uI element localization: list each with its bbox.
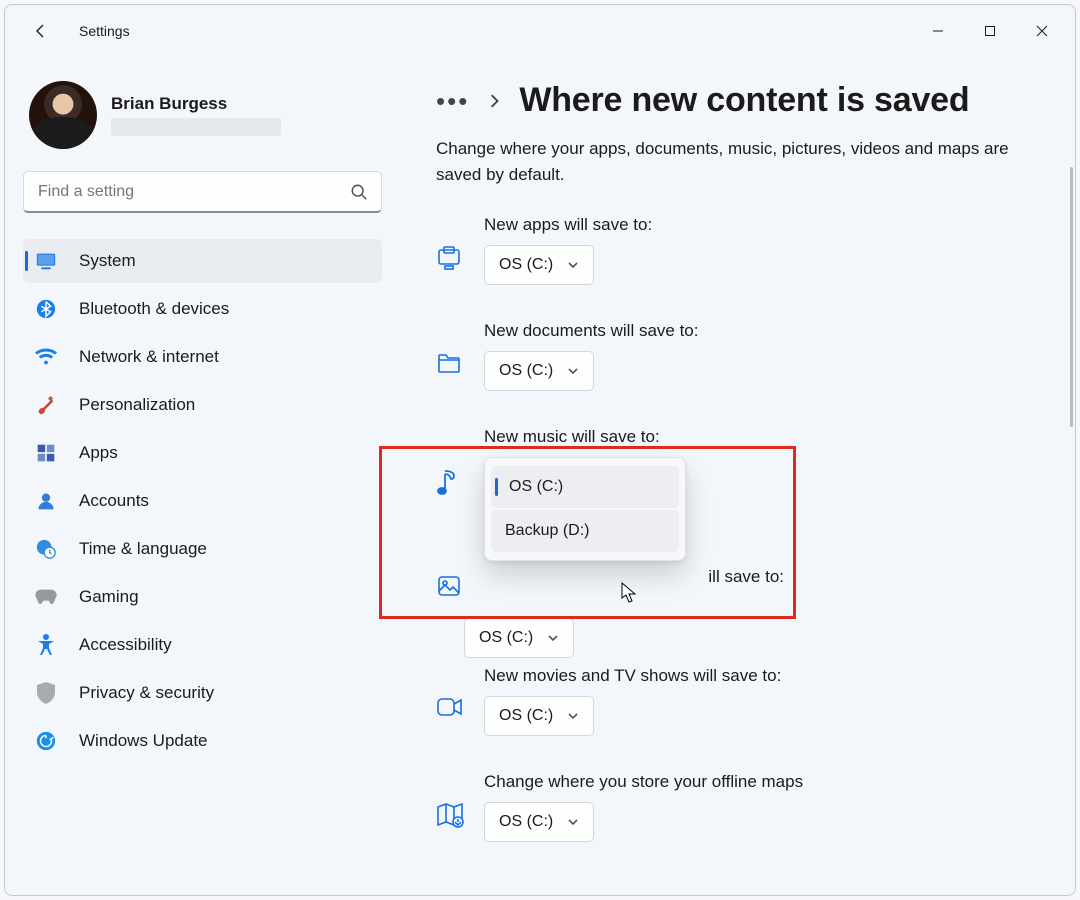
- dropdown-option-label: OS (C:): [509, 478, 563, 496]
- globe-clock-icon: [35, 538, 57, 560]
- main-content: ••• Where new content is saved Change wh…: [400, 57, 1075, 895]
- minimize-button[interactable]: [913, 13, 963, 49]
- sidebar-item-accounts[interactable]: Accounts: [23, 479, 382, 523]
- dropdown-option-label: Backup (D:): [505, 522, 589, 540]
- setting-label: Change where you store your offline maps: [484, 772, 803, 792]
- chevron-down-icon: [567, 259, 579, 271]
- dropdown-value: OS (C:): [499, 707, 553, 725]
- gamepad-icon: [35, 586, 57, 608]
- profile[interactable]: Brian Burgess: [23, 81, 382, 171]
- profile-name: Brian Burgess: [111, 94, 281, 114]
- movies-category-icon: [436, 696, 462, 722]
- sidebar-item-bluetooth[interactable]: Bluetooth & devices: [23, 287, 382, 331]
- titlebar: Settings: [5, 5, 1075, 57]
- sidebar-item-time-language[interactable]: Time & language: [23, 527, 382, 571]
- system-icon: [35, 250, 57, 272]
- minimize-icon: [932, 25, 944, 37]
- apps-icon: [35, 442, 57, 464]
- setting-music: New music will save to: OS (C:) Backup (…: [436, 427, 1039, 561]
- sidebar-item-label: System: [79, 251, 136, 271]
- setting-pictures: ill save to: OS (C:): [436, 567, 1039, 626]
- setting-label: New documents will save to:: [484, 321, 698, 341]
- setting-label-obscured: ill save to:: [484, 567, 784, 587]
- apps-category-icon: [436, 245, 462, 271]
- chevron-down-icon: [567, 710, 579, 722]
- sidebar-item-label: Apps: [79, 443, 118, 463]
- sidebar-item-system[interactable]: System: [23, 239, 382, 283]
- pictures-drive-dropdown[interactable]: OS (C:): [464, 618, 574, 658]
- dropdown-option-backup-d[interactable]: Backup (D:): [491, 510, 679, 552]
- shield-icon: [35, 682, 57, 704]
- sidebar-item-label: Privacy & security: [79, 683, 214, 703]
- dropdown-value: OS (C:): [499, 813, 553, 831]
- sidebar-item-label: Time & language: [79, 539, 207, 559]
- search-icon: [350, 183, 368, 201]
- chevron-right-icon: [487, 94, 501, 108]
- arrow-left-icon: [33, 23, 49, 39]
- sidebar-item-privacy[interactable]: Privacy & security: [23, 671, 382, 715]
- maps-category-icon: [436, 802, 462, 828]
- chevron-down-icon: [547, 632, 559, 644]
- music-category-icon: [436, 469, 462, 495]
- profile-email-redacted: [111, 118, 281, 136]
- accessibility-icon: [35, 634, 57, 656]
- apps-drive-dropdown[interactable]: OS (C:): [484, 245, 594, 285]
- sidebar-item-accessibility[interactable]: Accessibility: [23, 623, 382, 667]
- breadcrumb: ••• Where new content is saved: [436, 81, 1039, 120]
- setting-movies: New movies and TV shows will save to: OS…: [436, 666, 1039, 736]
- wifi-icon: [35, 346, 57, 368]
- breadcrumb-more-icon[interactable]: •••: [436, 88, 469, 114]
- sidebar-item-label: Accounts: [79, 491, 149, 511]
- sidebar-item-windows-update[interactable]: Windows Update: [23, 719, 382, 763]
- sidebar-item-label: Accessibility: [79, 635, 172, 655]
- sidebar-item-gaming[interactable]: Gaming: [23, 575, 382, 619]
- sidebar-item-network[interactable]: Network & internet: [23, 335, 382, 379]
- maps-drive-dropdown[interactable]: OS (C:): [484, 802, 594, 842]
- sidebar-item-label: Network & internet: [79, 347, 219, 367]
- sidebar-item-label: Bluetooth & devices: [79, 299, 229, 319]
- sidebar-item-apps[interactable]: Apps: [23, 431, 382, 475]
- search: [23, 171, 382, 213]
- sidebar-item-personalization[interactable]: Personalization: [23, 383, 382, 427]
- sidebar-item-label: Windows Update: [79, 731, 208, 751]
- dropdown-value: OS (C:): [499, 256, 553, 274]
- close-button[interactable]: [1017, 13, 1067, 49]
- setting-label: New apps will save to:: [484, 215, 652, 235]
- setting-documents: New documents will save to: OS (C:): [436, 321, 1039, 391]
- person-icon: [35, 490, 57, 512]
- chevron-down-icon: [567, 365, 579, 377]
- music-drive-dropdown-open: OS (C:) Backup (D:): [484, 457, 686, 561]
- documents-category-icon: [436, 351, 462, 377]
- chevron-down-icon: [567, 816, 579, 828]
- paintbrush-icon: [35, 394, 57, 416]
- app-window: Settings Brian Burgess: [4, 4, 1076, 896]
- dropdown-option-os-c[interactable]: OS (C:): [491, 466, 679, 508]
- dropdown-value: OS (C:): [479, 629, 533, 647]
- app-title: Settings: [79, 23, 130, 39]
- pictures-category-icon: [436, 573, 462, 599]
- scrollbar-thumb[interactable]: [1070, 167, 1073, 427]
- back-button[interactable]: [21, 11, 61, 51]
- setting-apps: New apps will save to: OS (C:): [436, 215, 1039, 285]
- page-title: Where new content is saved: [519, 81, 969, 120]
- page-description: Change where your apps, documents, music…: [436, 136, 1039, 187]
- maximize-icon: [984, 25, 996, 37]
- maximize-button[interactable]: [965, 13, 1015, 49]
- sidebar: Brian Burgess System: [5, 57, 400, 895]
- search-input[interactable]: [23, 171, 382, 213]
- setting-maps: Change where you store your offline maps…: [436, 772, 1039, 842]
- bluetooth-icon: [35, 298, 57, 320]
- sidebar-item-label: Personalization: [79, 395, 195, 415]
- documents-drive-dropdown[interactable]: OS (C:): [484, 351, 594, 391]
- update-icon: [35, 730, 57, 752]
- setting-label: New music will save to:: [484, 427, 686, 447]
- setting-label: New movies and TV shows will save to:: [484, 666, 781, 686]
- movies-drive-dropdown[interactable]: OS (C:): [484, 696, 594, 736]
- window-controls: [913, 13, 1067, 49]
- dropdown-value: OS (C:): [499, 362, 553, 380]
- close-icon: [1036, 25, 1048, 37]
- sidebar-nav: System Bluetooth & devices Network & int…: [23, 239, 382, 763]
- avatar: [29, 81, 97, 149]
- sidebar-item-label: Gaming: [79, 587, 139, 607]
